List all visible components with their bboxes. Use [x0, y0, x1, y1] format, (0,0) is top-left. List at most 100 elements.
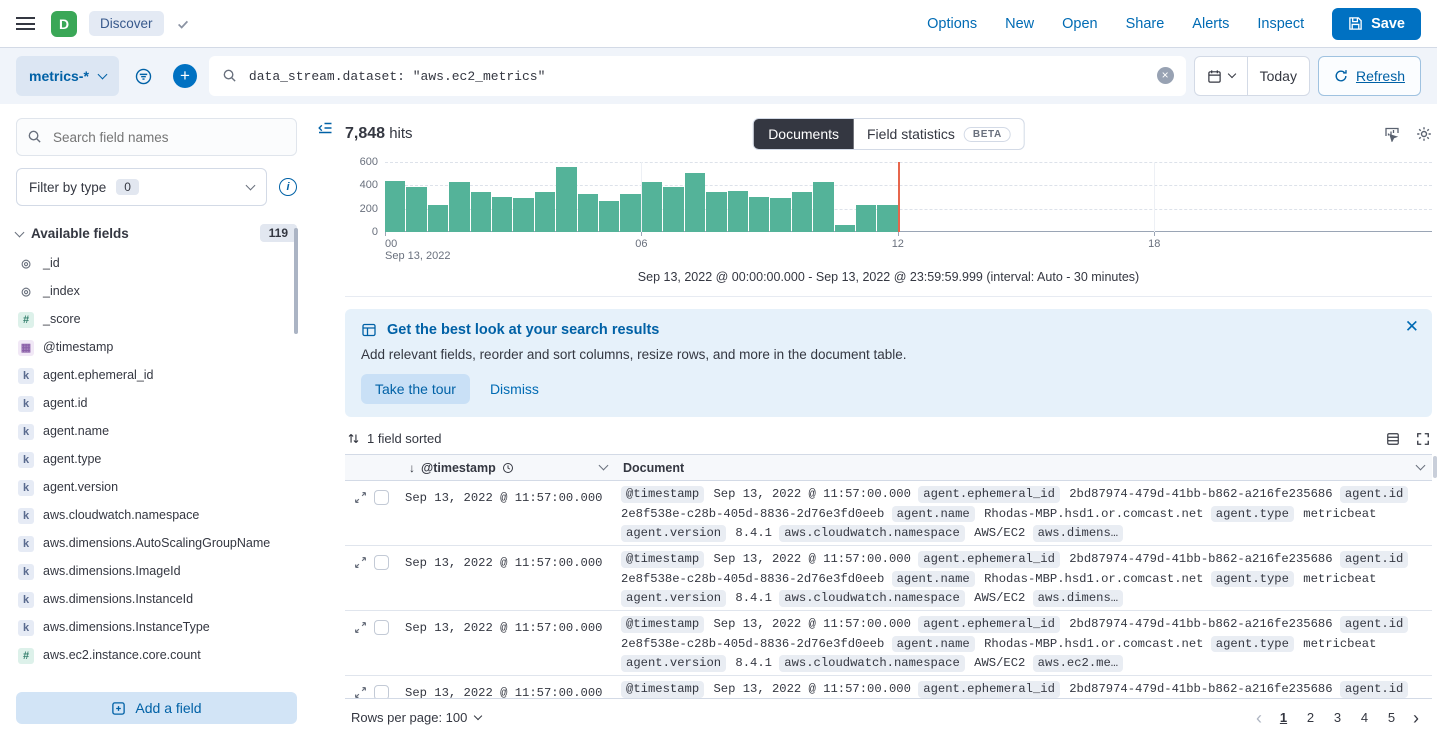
next-page-icon[interactable]: ›: [1406, 709, 1426, 727]
histogram-bar[interactable]: [642, 182, 662, 232]
histogram-bar[interactable]: [620, 194, 640, 233]
header-link-new[interactable]: New: [1005, 16, 1034, 32]
date-picker-button[interactable]: [1195, 57, 1247, 95]
histogram-bar[interactable]: [513, 198, 533, 232]
chevron-down-icon[interactable]: [599, 461, 609, 471]
expand-row-icon[interactable]: [354, 556, 367, 569]
page-2[interactable]: 2: [1298, 705, 1323, 730]
histogram-bar[interactable]: [835, 225, 855, 232]
filter-by-type-row: Filter by type 0 i: [16, 168, 297, 206]
sorted-fields-button[interactable]: 1 field sorted: [347, 431, 441, 446]
field-item[interactable]: kagent.type: [16, 446, 297, 474]
histogram-bar[interactable]: [856, 205, 876, 232]
row-checkbox[interactable]: [374, 490, 389, 505]
collapse-sidebar-icon[interactable]: [317, 120, 333, 136]
field-item[interactable]: kaws.cloudwatch.namespace: [16, 502, 297, 530]
info-icon[interactable]: i: [279, 178, 297, 196]
rows-per-page-button[interactable]: Rows per page: 100: [351, 710, 481, 725]
add-filter-button[interactable]: +: [173, 64, 197, 88]
query-input[interactable]: [209, 56, 1186, 96]
field-item[interactable]: #_score: [16, 306, 297, 334]
date-shortcut-button[interactable]: Today: [1247, 57, 1309, 95]
header-link-alerts[interactable]: Alerts: [1192, 16, 1229, 32]
refresh-button[interactable]: Refresh: [1318, 56, 1421, 96]
available-fields-header[interactable]: Available fields 119: [16, 224, 297, 242]
grid-scrollbar[interactable]: [1433, 456, 1437, 478]
save-button[interactable]: Save: [1332, 8, 1421, 40]
header-link-options[interactable]: Options: [927, 16, 977, 32]
tab-documents[interactable]: Documents: [753, 119, 854, 149]
histogram-bar[interactable]: [556, 167, 576, 232]
field-item[interactable]: #aws.ec2.instance.core.count: [16, 642, 297, 670]
histogram-bar[interactable]: [535, 192, 555, 232]
chart-options-icon[interactable]: [1384, 126, 1400, 142]
breadcrumb[interactable]: Discover: [89, 11, 164, 36]
callout-body: Add relevant fields, reorder and sort co…: [361, 347, 1416, 362]
expand-row-icon[interactable]: [354, 491, 367, 504]
previous-page-icon[interactable]: ‹: [1249, 709, 1269, 727]
fullscreen-icon[interactable]: [1416, 432, 1430, 446]
filter-by-type-select[interactable]: Filter by type 0: [16, 168, 267, 206]
histogram-bar[interactable]: [792, 192, 812, 232]
histogram-bar[interactable]: [599, 201, 619, 233]
histogram-plot[interactable]: [385, 162, 1432, 232]
clear-query-icon[interactable]: ×: [1157, 67, 1174, 84]
display-options-icon[interactable]: [1386, 432, 1400, 446]
field-item[interactable]: ▦@timestamp: [16, 334, 297, 362]
header-link-share[interactable]: Share: [1126, 16, 1165, 32]
histogram-bar[interactable]: [685, 173, 705, 233]
data-view-picker[interactable]: metrics-*: [16, 56, 119, 96]
field-item[interactable]: ◎_index: [16, 278, 297, 306]
histogram-bar[interactable]: [749, 197, 769, 232]
row-checkbox[interactable]: [374, 620, 389, 635]
gear-icon[interactable]: [1416, 126, 1432, 142]
histogram-bar[interactable]: [813, 182, 833, 232]
histogram-bar[interactable]: [406, 187, 426, 233]
histogram-bar[interactable]: [578, 194, 598, 233]
add-field-button[interactable]: Add a field: [16, 692, 297, 724]
field-item[interactable]: kaws.dimensions.InstanceId: [16, 586, 297, 614]
histogram-bar[interactable]: [728, 191, 748, 232]
field-item[interactable]: ◎_id: [16, 250, 297, 278]
close-icon[interactable]: ✕: [1405, 318, 1419, 335]
histogram-bar[interactable]: [706, 192, 726, 232]
histogram-bar[interactable]: [471, 192, 491, 232]
dismiss-button[interactable]: Dismiss: [490, 381, 539, 397]
field-item[interactable]: kaws.dimensions.InstanceType: [16, 614, 297, 642]
page-3[interactable]: 3: [1325, 705, 1350, 730]
x-axis-date-label: Sep 13, 2022: [385, 250, 450, 262]
row-checkbox[interactable]: [374, 555, 389, 570]
page-5[interactable]: 5: [1379, 705, 1404, 730]
field-item[interactable]: kaws.dimensions.AutoScalingGroupName: [16, 530, 297, 558]
document-column-header[interactable]: Document: [615, 455, 1432, 480]
histogram-bar[interactable]: [877, 205, 897, 232]
header-link-open[interactable]: Open: [1062, 16, 1097, 32]
tab-field-statistics[interactable]: Field statistics BETA: [854, 119, 1024, 149]
histogram-bar[interactable]: [770, 198, 790, 232]
timestamp-column-header[interactable]: ↓ @timestamp: [401, 455, 615, 480]
histogram-bar[interactable]: [492, 197, 512, 232]
take-tour-button[interactable]: Take the tour: [361, 374, 470, 404]
histogram-bar[interactable]: [449, 182, 469, 232]
header-link-inspect[interactable]: Inspect: [1257, 16, 1304, 32]
histogram-bar[interactable]: [663, 187, 683, 233]
field-item[interactable]: kagent.ephemeral_id: [16, 362, 297, 390]
page-4[interactable]: 4: [1352, 705, 1377, 730]
number-field-icon: #: [18, 312, 34, 328]
field-item[interactable]: kagent.name: [16, 418, 297, 446]
space-avatar[interactable]: D: [51, 11, 77, 37]
expand-row-icon[interactable]: [354, 686, 367, 698]
histogram-bar[interactable]: [385, 181, 405, 232]
field-item[interactable]: kaws.dimensions.ImageId: [16, 558, 297, 586]
saved-query-filter-icon[interactable]: [127, 56, 161, 96]
page-1[interactable]: 1: [1271, 705, 1296, 730]
sidebar-scrollbar[interactable]: [294, 228, 298, 334]
histogram-bar[interactable]: [428, 205, 448, 232]
field-item[interactable]: kagent.id: [16, 390, 297, 418]
field-item[interactable]: kagent.version: [16, 474, 297, 502]
hamburger-menu-icon[interactable]: [16, 17, 35, 30]
expand-row-icon[interactable]: [354, 621, 367, 634]
field-search-input[interactable]: [16, 118, 297, 156]
row-checkbox[interactable]: [374, 685, 389, 698]
chevron-down-icon[interactable]: [1416, 461, 1426, 471]
